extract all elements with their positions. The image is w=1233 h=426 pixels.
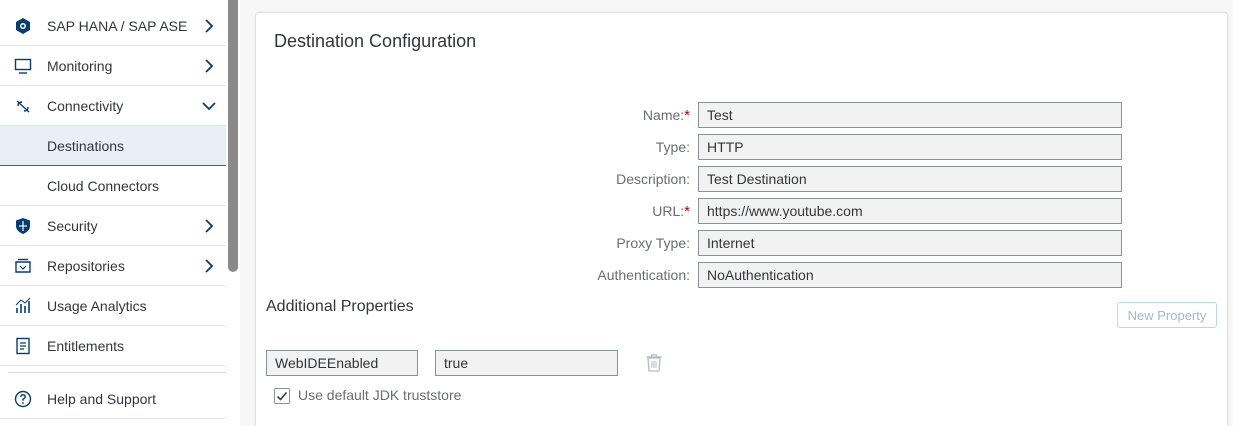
- sidebar-item-repositories[interactable]: Repositories: [0, 246, 226, 286]
- monitor-icon: [0, 57, 47, 75]
- shield-icon: [0, 217, 47, 235]
- sidebar-item-help[interactable]: Help and Support: [0, 379, 226, 419]
- url-label-text: URL:: [652, 203, 685, 219]
- description-field[interactable]: Test Destination: [698, 166, 1122, 192]
- sidebar-item-destinations[interactable]: Destinations: [0, 126, 226, 166]
- sidebar-item-label: Help and Support: [47, 390, 156, 407]
- chevron-right-icon: [192, 58, 226, 73]
- property-value-field[interactable]: true: [435, 350, 618, 376]
- url-label: URL:*: [390, 198, 690, 224]
- sidebar-item-label: Security: [47, 217, 98, 234]
- sidebar-divider: [8, 372, 230, 373]
- jdk-truststore-checkbox[interactable]: [274, 388, 290, 404]
- sidebar-item-label: Connectivity: [47, 97, 124, 114]
- proxy-type-field[interactable]: Internet: [698, 230, 1122, 256]
- sidebar-item-label: Monitoring: [47, 57, 113, 74]
- chevron-right-icon: [192, 258, 226, 273]
- proxy-type-label: Proxy Type:: [616, 235, 690, 251]
- type-label: Type:: [655, 139, 690, 155]
- sidebar-item-connectivity[interactable]: Connectivity: [0, 86, 226, 126]
- sidebar-item-usage-analytics[interactable]: Usage Analytics: [0, 286, 226, 326]
- chevron-right-icon: [192, 18, 226, 33]
- sidebar-item-security[interactable]: Security: [0, 206, 226, 246]
- name-label: Name:*: [390, 102, 690, 128]
- sidebar-item-label: Entitlements: [47, 337, 125, 354]
- name-label-text: Name:: [642, 107, 685, 123]
- sidebar: SAP HANA / SAP ASE Monitoring Connectivi…: [0, 0, 240, 426]
- delete-property-icon[interactable]: [645, 353, 663, 373]
- additional-properties-title: Additional Properties: [266, 298, 414, 315]
- name-field[interactable]: Test: [698, 102, 1122, 128]
- page-title: Destination Configuration: [274, 31, 477, 51]
- sidebar-item-entitlements[interactable]: Entitlements: [0, 326, 226, 366]
- connectivity-icon: [0, 97, 47, 115]
- entitlements-icon: [0, 337, 47, 355]
- sidebar-scrollbar-thumb[interactable]: [228, 0, 238, 272]
- description-label: Description:: [616, 171, 690, 187]
- authentication-label: Authentication:: [597, 267, 690, 283]
- checkmark-icon: [276, 392, 288, 401]
- sidebar-item-monitoring[interactable]: Monitoring: [0, 46, 226, 86]
- jdk-truststore-label: Use default JDK truststore: [298, 387, 462, 403]
- analytics-icon: [0, 297, 47, 315]
- type-field[interactable]: HTTP: [698, 134, 1122, 160]
- repository-icon: [0, 257, 47, 275]
- chevron-down-icon: [192, 99, 226, 113]
- sidebar-item-cloud-connectors[interactable]: Cloud Connectors: [0, 166, 226, 206]
- help-icon: [0, 390, 47, 408]
- property-key-field[interactable]: WebIDEEnabled: [266, 350, 418, 376]
- required-marker: *: [684, 203, 690, 220]
- authentication-field[interactable]: NoAuthentication: [698, 262, 1122, 288]
- new-property-button[interactable]: New Property: [1117, 302, 1217, 328]
- sidebar-item-label: Repositories: [47, 257, 125, 274]
- url-field[interactable]: https://www.youtube.com: [698, 198, 1122, 224]
- chevron-right-icon: [192, 218, 226, 233]
- required-marker: *: [684, 107, 690, 124]
- database-icon: [0, 17, 47, 35]
- sidebar-item-label: Cloud Connectors: [47, 177, 160, 194]
- sidebar-item-label: Destinations: [47, 137, 125, 154]
- sidebar-item-label: SAP HANA / SAP ASE: [47, 17, 188, 34]
- sidebar-item-label: Usage Analytics: [47, 297, 147, 314]
- sidebar-item-sap-hana[interactable]: SAP HANA / SAP ASE: [0, 6, 226, 46]
